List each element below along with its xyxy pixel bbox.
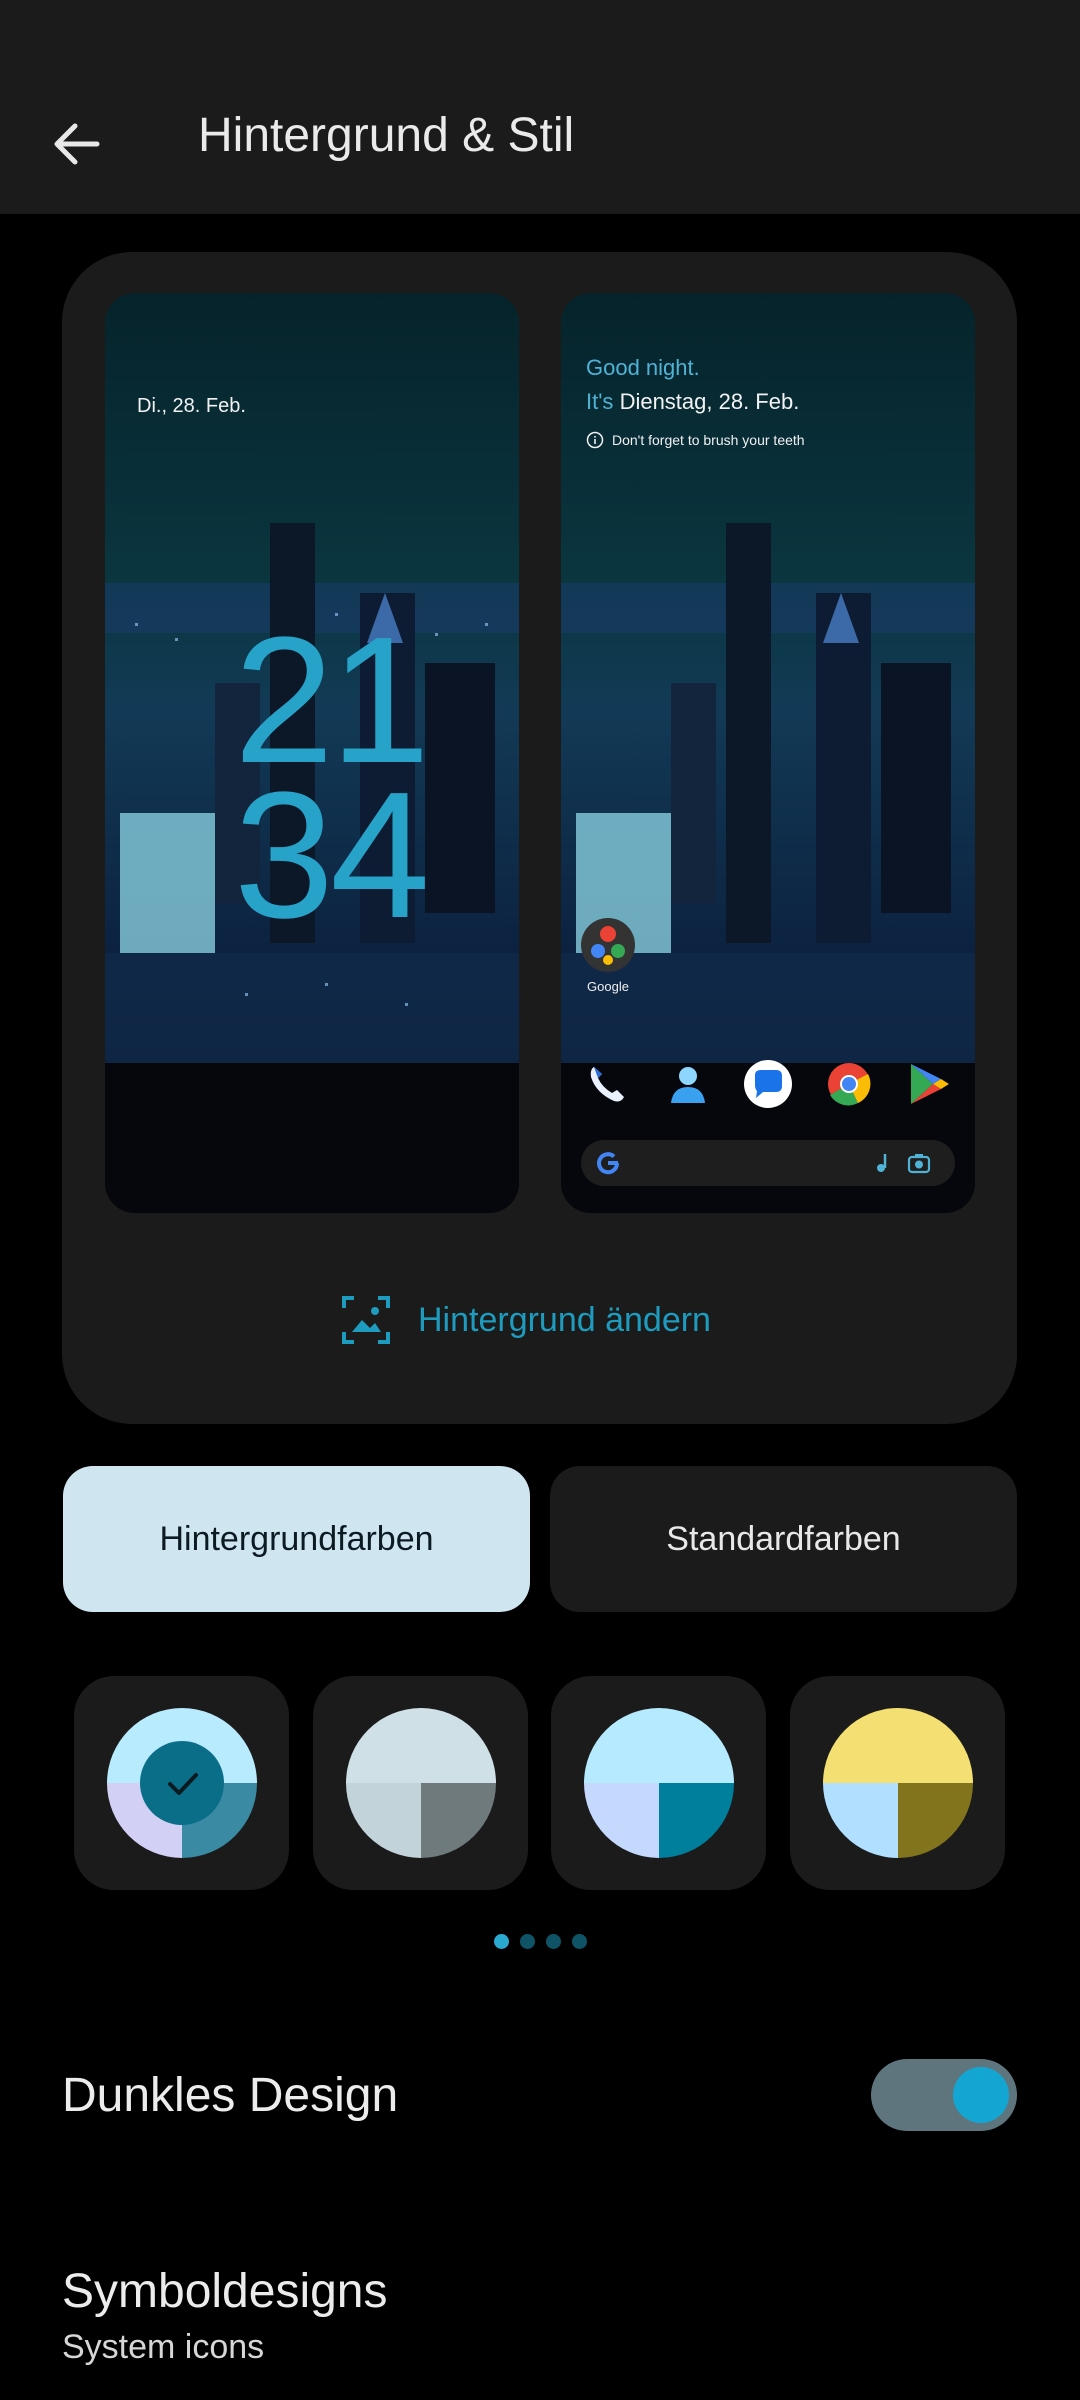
page-dot xyxy=(494,1934,509,1949)
change-wallpaper-button[interactable]: Hintergrund ändern xyxy=(340,1290,711,1350)
info-icon xyxy=(586,431,604,449)
color-swatch-3[interactable] xyxy=(551,1676,766,1890)
change-wallpaper-label: Hintergrund ändern xyxy=(418,1300,711,1339)
camera-lens-icon xyxy=(907,1154,931,1174)
messages-icon xyxy=(742,1058,794,1110)
lock-screen-preview[interactable]: Di., 28. Feb. 21 34 xyxy=(105,293,519,1213)
tab-wallpaper-colors[interactable]: Hintergrundfarben xyxy=(63,1466,530,1612)
chrome-icon xyxy=(823,1058,875,1110)
dark-theme-label[interactable]: Dunkles Design xyxy=(62,2068,398,2123)
play-store-icon xyxy=(903,1058,955,1110)
reminder-text: Don't forget to brush your teeth xyxy=(612,432,805,448)
home-greeting: Good night. xyxy=(586,355,700,380)
icon-designs-subtitle: System icons xyxy=(62,2328,265,2366)
lock-screen-date: Di., 28. Feb. xyxy=(137,395,246,417)
tab-default-colors[interactable]: Standardfarben xyxy=(550,1466,1017,1612)
lock-screen-clock: 21 34 xyxy=(200,611,460,956)
home-date-prefix: It's xyxy=(586,389,614,414)
color-swatch-4[interactable] xyxy=(790,1676,1005,1890)
clock-minutes: 34 xyxy=(233,755,430,956)
google-g-icon xyxy=(597,1152,620,1175)
contacts-icon xyxy=(662,1058,714,1110)
google-folder-icon xyxy=(581,918,635,972)
page-dot xyxy=(572,1934,587,1949)
icon-designs-label[interactable]: Symboldesigns xyxy=(62,2264,388,2319)
music-note-icon xyxy=(877,1154,887,1172)
dark-theme-toggle[interactable] xyxy=(871,2059,1017,2131)
home-date-line: It's Dienstag, 28. Feb. xyxy=(586,389,799,415)
google-search-bar xyxy=(581,1140,955,1186)
page-indicator xyxy=(494,1934,587,1949)
app-bar: Hintergrund & Stil xyxy=(0,0,1080,214)
color-swatch-2[interactable] xyxy=(313,1676,528,1890)
wallpaper-edit-icon xyxy=(342,1296,390,1344)
arrow-left-icon xyxy=(54,123,100,165)
color-swatch-1[interactable] xyxy=(74,1676,289,1890)
home-date: Dienstag, 28. Feb. xyxy=(619,389,800,414)
home-screen-preview[interactable]: Good night. It's Dienstag, 28. Feb. Don'… xyxy=(561,293,975,1213)
home-dock xyxy=(581,1058,955,1110)
home-reminder: Don't forget to brush your teeth xyxy=(586,431,805,449)
folder-label: Google xyxy=(587,979,629,994)
phone-icon xyxy=(581,1058,633,1110)
page-dot xyxy=(546,1934,561,1949)
back-button[interactable] xyxy=(44,112,108,176)
page-title: Hintergrund & Stil xyxy=(198,109,575,162)
toggle-knob xyxy=(953,2067,1009,2123)
page-dot xyxy=(520,1934,535,1949)
